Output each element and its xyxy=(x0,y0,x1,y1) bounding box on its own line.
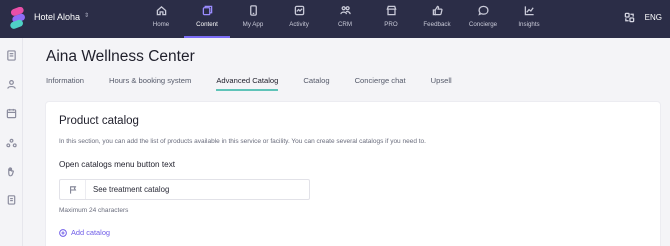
hotel-name[interactable]: Hotel Aloha xyxy=(34,12,80,22)
catalog-button-text-field[interactable]: See treatment catalog xyxy=(59,179,310,200)
sidebar-person-icon[interactable] xyxy=(6,77,17,89)
page-title: Aina Wellness Center xyxy=(46,48,195,65)
plus-circle-icon xyxy=(59,228,67,237)
settings-switch-icon[interactable] xyxy=(624,12,635,23)
chat-icon xyxy=(477,5,489,16)
tab-information[interactable]: Information xyxy=(46,76,84,90)
nav-label: Feedback xyxy=(423,21,451,28)
nav-active-indicator xyxy=(184,36,230,38)
tab-advanced-catalog[interactable]: Advanced Catalog xyxy=(216,76,279,91)
nav-content[interactable]: Content xyxy=(184,0,230,38)
card-title: Product catalog xyxy=(59,115,139,127)
content-icon xyxy=(202,5,212,16)
thumbs-up-icon xyxy=(432,5,443,16)
product-catalog-card: Product catalog In this section, you can… xyxy=(46,102,660,246)
nav-feedback[interactable]: Feedback xyxy=(414,0,460,38)
nav-label: Home xyxy=(152,21,170,28)
chart-icon xyxy=(524,6,534,16)
tab-hours-booking[interactable]: Hours & booking system xyxy=(109,76,191,90)
nav-concierge[interactable]: Concierge xyxy=(460,0,506,38)
nav-label: Insights xyxy=(518,21,540,28)
hotel-switch-chevron-icon[interactable]: ⇕ xyxy=(84,12,89,19)
nav-label: PRO xyxy=(384,21,398,28)
users-icon xyxy=(339,6,351,15)
add-catalog-button[interactable]: Add catalog xyxy=(59,228,110,237)
topbar-right: ENG xyxy=(624,12,662,23)
home-icon xyxy=(156,5,166,16)
nav-home[interactable]: Home xyxy=(138,0,184,38)
sidebar-calendar-icon[interactable] xyxy=(6,106,17,119)
nav-label: Concierge xyxy=(468,21,498,28)
nav-crm[interactable]: CRM xyxy=(322,0,368,38)
shop-icon xyxy=(385,5,397,16)
nav-label: CRM xyxy=(337,21,353,28)
tab-bar: Information Hours & booking system Advan… xyxy=(46,76,477,91)
sidebar-document-icon[interactable] xyxy=(6,48,17,61)
nav-insights[interactable]: Insights xyxy=(506,0,552,38)
phone-icon xyxy=(249,5,257,16)
sidebar-files-icon[interactable] xyxy=(6,192,17,205)
activity-icon xyxy=(294,5,304,16)
tab-catalog[interactable]: Catalog xyxy=(303,76,329,90)
tab-upsell[interactable]: Upsell xyxy=(431,76,452,90)
nav-label: My App xyxy=(242,21,264,28)
flag-icon xyxy=(60,180,86,199)
sidebar-hand-icon[interactable] xyxy=(6,164,17,177)
app-logo-icon[interactable] xyxy=(9,6,27,29)
sidebar-group-icon[interactable] xyxy=(6,136,17,148)
main-nav: Home Content My App Activity CRM PRO Fee… xyxy=(138,0,552,38)
nav-label: Activity xyxy=(289,21,309,28)
character-limit-hint: Maximum 24 characters xyxy=(59,207,129,214)
nav-activity[interactable]: Activity xyxy=(276,0,322,38)
nav-pro[interactable]: PRO xyxy=(368,0,414,38)
left-sidebar xyxy=(0,38,23,246)
top-navigation-bar: Hotel Aloha ⇕ Home Content My App Activi… xyxy=(0,0,670,38)
card-description: In this section, you can add the list of… xyxy=(59,138,426,145)
tab-concierge-chat[interactable]: Concierge chat xyxy=(355,76,406,90)
nav-my-app[interactable]: My App xyxy=(230,0,276,38)
add-catalog-label[interactable]: Add catalog xyxy=(71,228,110,237)
language-selector[interactable]: ENG xyxy=(645,13,662,22)
button-text-heading: Open catalogs menu button text xyxy=(59,160,176,169)
catalog-button-text-value[interactable]: See treatment catalog xyxy=(93,185,169,194)
nav-label: Content xyxy=(196,21,218,28)
